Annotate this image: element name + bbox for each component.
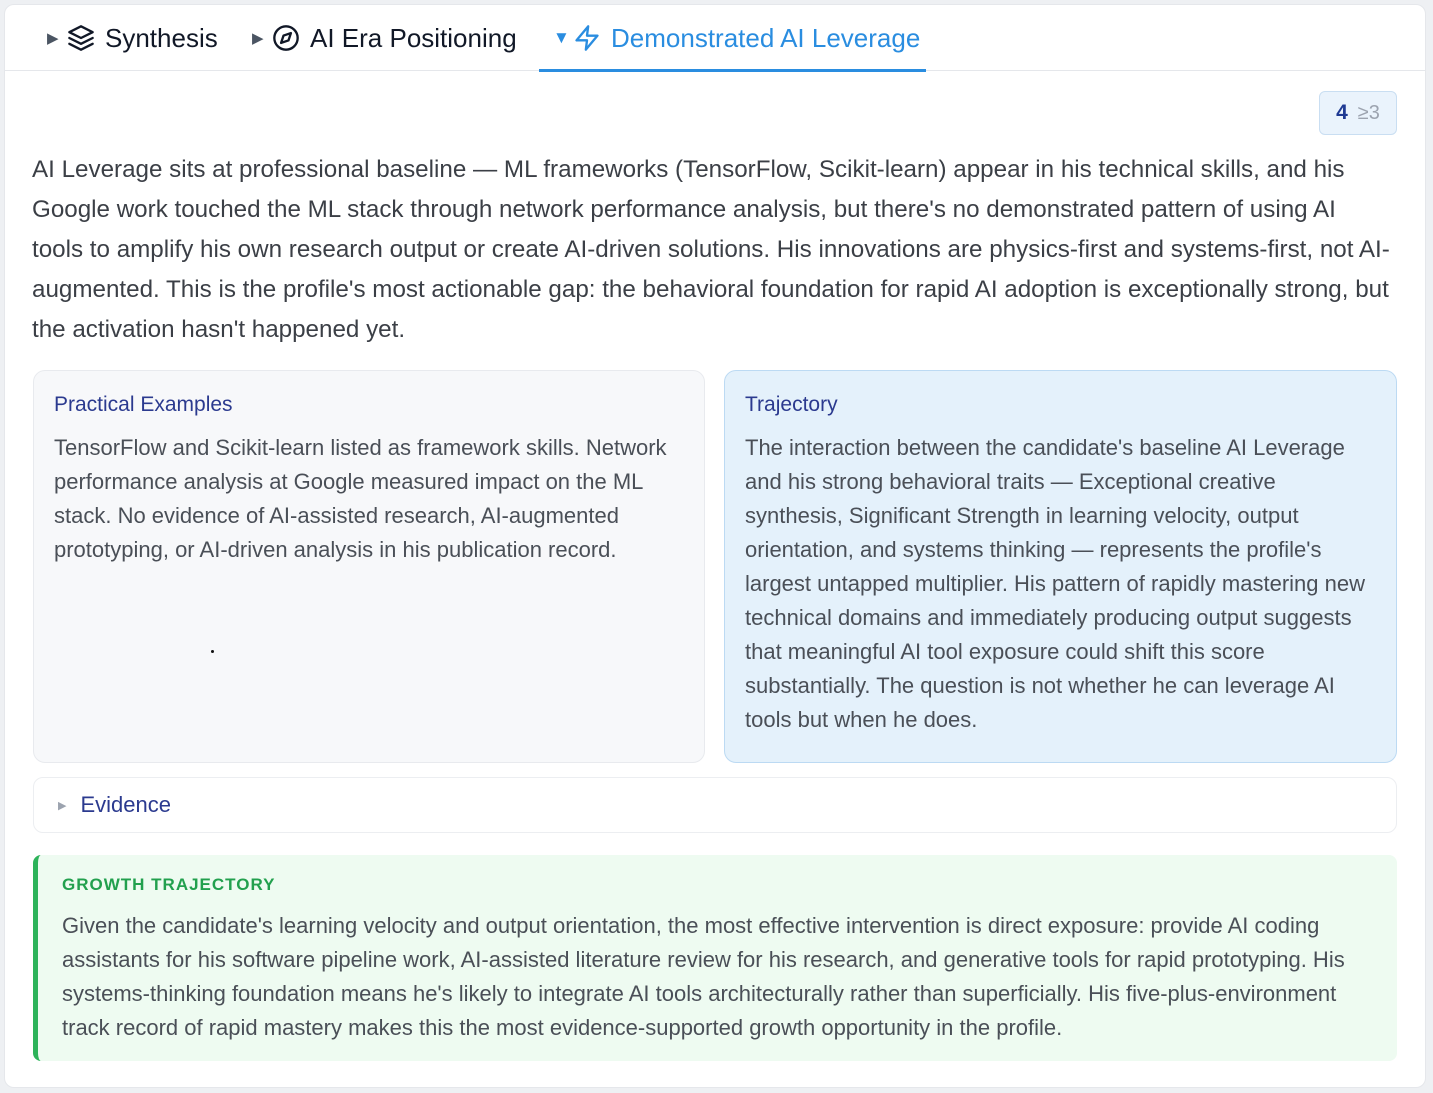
growth-trajectory-title: GROWTH TRAJECTORY [62, 875, 276, 894]
score-value: 4 [1336, 101, 1348, 124]
caret-right-icon: ▶ [47, 30, 59, 47]
practical-examples-panel: Practical Examples TensorFlow and Scikit… [33, 370, 705, 763]
caret-right-icon: ▶ [252, 30, 264, 47]
evidence-toggle[interactable]: ▶ Evidence [33, 777, 1397, 833]
score-badge: 4 ≥3 [1319, 91, 1397, 135]
trajectory-title: Trajectory [745, 393, 838, 416]
summary-text: AI Leverage sits at professional baselin… [32, 156, 1390, 343]
trajectory-panel: Trajectory The interaction between the c… [724, 370, 1397, 763]
tab-demonstrated-ai-leverage[interactable]: ▼ Demonstrated AI Leverage [538, 5, 927, 72]
growth-trajectory-body: Given the candidate's learning velocity … [62, 913, 1345, 1040]
tab-ai-era-positioning[interactable]: ▶ AI Era Positioning [252, 5, 517, 71]
tab-label: Synthesis [105, 22, 218, 53]
caret-down-icon: ▼ [553, 28, 570, 47]
tab-label: AI Era Positioning [310, 22, 517, 53]
practical-examples-body: TensorFlow and Scikit-learn listed as fr… [54, 435, 667, 562]
ai-leverage-card: ▶ Synthesis ▶ AI Era Positioning ▼ Demon… [4, 4, 1426, 1088]
caret-right-icon: ▶ [58, 799, 67, 812]
score-threshold: ≥3 [1357, 101, 1380, 124]
layers-icon [67, 24, 95, 52]
tab-synthesis[interactable]: ▶ Synthesis [47, 5, 218, 71]
lightning-icon [573, 24, 601, 52]
trajectory-body: The interaction between the candidate's … [745, 435, 1365, 732]
cursor-dot [211, 650, 214, 653]
evidence-label: Evidence [80, 792, 171, 817]
growth-trajectory-callout: GROWTH TRAJECTORY Given the candidate's … [33, 855, 1397, 1061]
compass-icon [272, 24, 300, 52]
breadcrumb-tabs: ▶ Synthesis ▶ AI Era Positioning ▼ Demon… [5, 5, 1425, 72]
tab-label: Demonstrated AI Leverage [611, 22, 921, 53]
practical-examples-title: Practical Examples [54, 393, 233, 416]
